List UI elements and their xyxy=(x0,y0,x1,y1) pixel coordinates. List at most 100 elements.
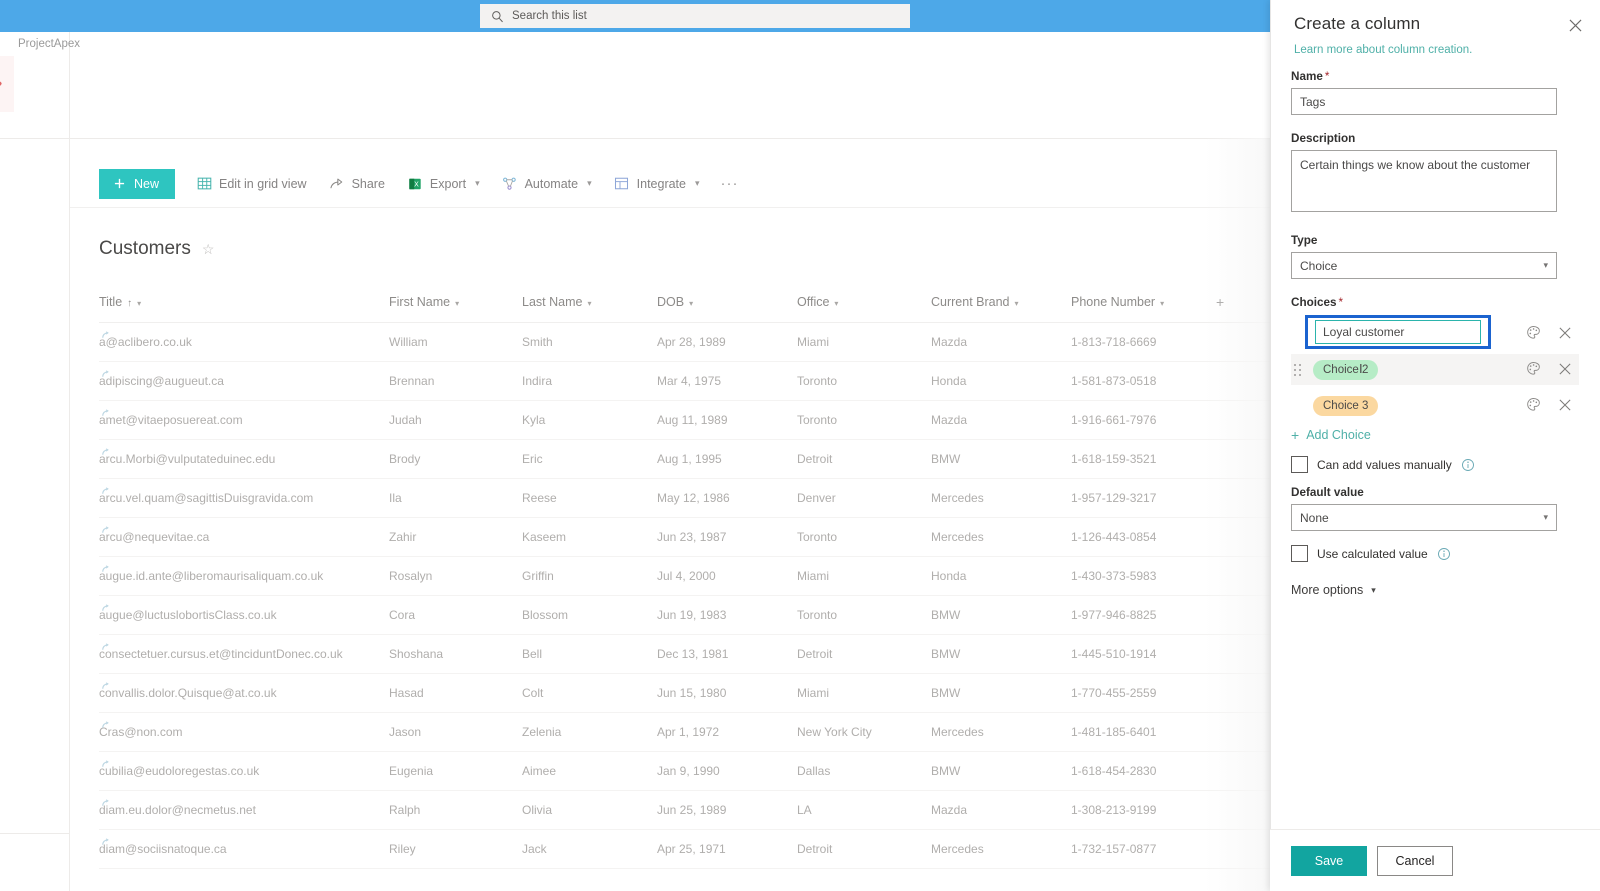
search-input[interactable]: Search this list xyxy=(480,4,910,28)
cell-title-text: adipiscing@augueut.ca xyxy=(99,374,224,388)
learn-more-link[interactable]: Learn more about column creation. xyxy=(1270,34,1600,56)
table-row[interactable]: amet@vitaeposuereat.com Judah Kyla Aug 11, … xyxy=(99,400,1270,440)
table-row[interactable]: convallis.dolor.Quisque@at.co.uk Hasad Col… xyxy=(99,673,1270,713)
table-row[interactable]: a@aclibero.co.uk William Smith Apr 28, 1989… xyxy=(99,322,1270,362)
palette-icon[interactable] xyxy=(1526,361,1541,376)
more-options-toggle[interactable]: More options ▾ xyxy=(1291,583,1579,597)
link-icon xyxy=(100,798,111,809)
column-header-current-brand[interactable]: Current Brand ▾ xyxy=(931,288,1071,323)
cell-brand: Mercedes xyxy=(931,517,1071,557)
choice-1-delete-button[interactable] xyxy=(1559,326,1571,339)
more-commands-button[interactable]: ··· xyxy=(711,175,749,192)
table-row[interactable]: arcu.vel.quam@sagittisDuisgravida.com Ila… xyxy=(99,478,1270,518)
table-row[interactable]: augue.id.ante@liberomaurisaliquam.co.uk R… xyxy=(99,556,1270,596)
table-row[interactable]: cubilia@eudoloregestas.co.uk Eugenia Aimee… xyxy=(99,751,1270,791)
chevron-down-icon: ▾ xyxy=(1543,260,1548,270)
column-header-dob[interactable]: DOB ▾ xyxy=(657,288,797,323)
can-add-values-checkbox[interactable] xyxy=(1291,456,1308,473)
table-row[interactable]: augue@luctuslobortisClass.co.uk Cora Bloss… xyxy=(99,595,1270,635)
column-header-title[interactable]: Title ↑ ▾ xyxy=(99,288,389,323)
link-icon xyxy=(100,603,111,614)
cell-last: Eric xyxy=(522,439,657,479)
cell-spacer xyxy=(1216,439,1270,479)
cell-phone: 1-445-510-1914 xyxy=(1071,634,1216,674)
plus-icon: + xyxy=(1216,294,1225,310)
panel-header: Create a column xyxy=(1270,0,1600,34)
table-row[interactable]: diam.eu.dolor@necmetus.net Ralph Olivia Jun… xyxy=(99,790,1270,830)
link-icon xyxy=(100,369,111,380)
cell-office: Toronto xyxy=(797,400,931,440)
info-icon[interactable] xyxy=(1437,547,1451,561)
info-icon[interactable] xyxy=(1461,458,1475,472)
cell-dob: Aug 11, 1989 xyxy=(657,400,797,440)
cell-first: Jason xyxy=(389,712,522,752)
choice-1-input[interactable] xyxy=(1315,320,1481,344)
link-icon xyxy=(100,564,111,575)
link-icon xyxy=(100,447,111,458)
table-row[interactable]: adipiscing@augueut.ca Brennan Indira Mar 4,… xyxy=(99,361,1270,401)
svg-text:X: X xyxy=(414,181,419,188)
cell-title: augue@luctuslobortisClass.co.uk xyxy=(99,595,389,635)
type-select[interactable]: Choice ▾ xyxy=(1291,252,1557,279)
column-header-first-name[interactable]: First Name ▾ xyxy=(389,288,522,323)
cell-brand: Honda xyxy=(931,556,1071,596)
choice-3-pill[interactable]: Choice 3 xyxy=(1313,395,1379,416)
cell-brand: Mazda xyxy=(931,322,1071,362)
palette-icon[interactable] xyxy=(1526,325,1541,340)
column-header-office[interactable]: Office ▾ xyxy=(797,288,931,323)
cell-office: Toronto xyxy=(797,595,931,635)
column-header-phone-number[interactable]: Phone Number ▾ xyxy=(1071,288,1216,323)
choice-3-delete-button[interactable] xyxy=(1559,398,1571,411)
table-row[interactable]: Cras@non.com Jason Zelenia Apr 1, 1972 New Y… xyxy=(99,712,1270,752)
cell-title: adipiscing@augueut.ca xyxy=(99,361,389,401)
table-row[interactable]: arcu@nequevitae.ca Zahir Kaseem Jun 23, 198… xyxy=(99,517,1270,557)
edit-in-grid-view-button[interactable]: Edit in grid view xyxy=(185,168,318,200)
integrate-button[interactable]: Integrate ▾ xyxy=(603,168,711,200)
chevron-down-icon: ▾ xyxy=(1160,299,1165,308)
export-label: Export xyxy=(429,176,467,191)
add-column-button[interactable]: + xyxy=(1216,288,1270,323)
cell-office: Toronto xyxy=(797,517,931,557)
cell-brand: BMW xyxy=(931,751,1071,791)
choice-2-pill[interactable]: Choice 2 xyxy=(1313,359,1379,380)
table-row[interactable]: arcu.Morbi@vulputateduinec.edu Brody Eric A… xyxy=(99,439,1270,479)
star-icon[interactable]: ☆ xyxy=(202,241,215,258)
cell-first: Judah xyxy=(389,400,522,440)
cancel-button[interactable]: Cancel xyxy=(1377,845,1453,876)
save-button[interactable]: Save xyxy=(1291,845,1367,876)
cell-spacer xyxy=(1216,673,1270,713)
cell-spacer xyxy=(1216,595,1270,635)
cell-last: Kaseem xyxy=(522,517,657,557)
choice-row[interactable]: Choice 3 xyxy=(1291,390,1579,421)
choice-2-delete-button[interactable] xyxy=(1559,362,1571,375)
table-row[interactable]: diam@sociisnatoque.ca Riley Jack Apr 25, 19… xyxy=(99,829,1270,869)
cell-first: Hasad xyxy=(389,673,522,713)
cell-first: Zahir xyxy=(389,517,522,557)
default-value-select[interactable]: None ▾ xyxy=(1291,504,1557,531)
export-button[interactable]: X Export ▾ xyxy=(396,168,491,200)
table-row[interactable]: consectetuer.cursus.et@tinciduntDonec.co… xyxy=(99,634,1270,674)
description-field[interactable]: Certain things we know about the custome… xyxy=(1291,150,1557,212)
cell-title-text: augue.id.ante@liberomaurisaliquam.co.uk xyxy=(99,569,324,583)
close-icon[interactable] xyxy=(1562,12,1588,38)
drag-handle-icon[interactable] xyxy=(1294,364,1304,376)
column-header-last-name[interactable]: Last Name ▾ xyxy=(522,288,657,323)
cell-dob: Jul 4, 2000 xyxy=(657,556,797,596)
name-field[interactable] xyxy=(1291,88,1557,115)
cell-brand: BMW xyxy=(931,439,1071,479)
choice-row[interactable]: Choice 2 I xyxy=(1291,354,1579,385)
cell-title: arcu.vel.quam@sagittisDuisgravida.com xyxy=(99,478,389,518)
cell-title-text: arcu@nequevitae.ca xyxy=(99,530,210,544)
automate-button[interactable]: Automate ▾ xyxy=(491,168,603,200)
cell-brand: BMW xyxy=(931,673,1071,713)
cell-phone: 1-308-213-9199 xyxy=(1071,790,1216,830)
use-calculated-checkbox[interactable] xyxy=(1291,545,1308,562)
palette-icon[interactable] xyxy=(1526,397,1541,412)
cell-spacer xyxy=(1216,517,1270,557)
share-button[interactable]: Share xyxy=(318,168,396,200)
cell-phone: 1-977-946-8825 xyxy=(1071,595,1216,635)
new-button[interactable]: New xyxy=(99,168,176,199)
add-choice-button[interactable]: + Add Choice xyxy=(1291,428,1579,442)
cell-brand: Mercedes xyxy=(931,829,1071,869)
cell-last: Indira xyxy=(522,361,657,401)
